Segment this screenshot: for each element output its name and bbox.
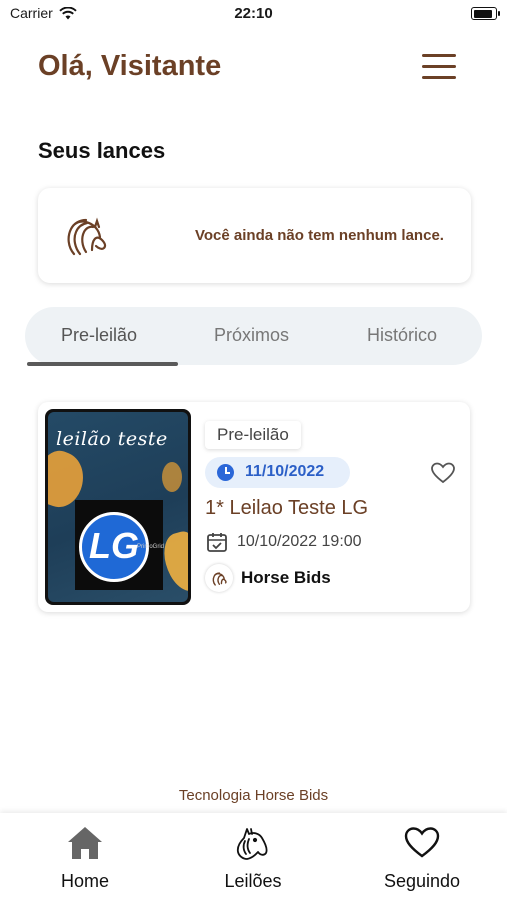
nav-home[interactable]: Home: [25, 823, 145, 892]
auction-datetime: 10/10/2022 19:00: [237, 533, 362, 550]
thumbnail-title: leilão teste: [56, 428, 168, 450]
battery-icon: [471, 7, 500, 20]
clock-icon: [217, 464, 234, 481]
active-tab-indicator: [27, 362, 178, 366]
lg-logo-subtext: PrimoGrid: [137, 544, 165, 550]
auction-thumbnail: leilão teste LG PrimoGrid: [45, 409, 191, 605]
heart-icon: [404, 827, 440, 858]
tab-historico[interactable]: Histórico: [367, 325, 437, 346]
auction-date: 11/10/2022: [245, 463, 325, 480]
horse-head-icon: [236, 828, 268, 860]
empty-bids-message: Você ainda não tem nenhum lance.: [195, 227, 444, 244]
hamburger-menu-button[interactable]: [422, 54, 456, 84]
paint-splash: [158, 528, 188, 596]
empty-bids-card: Você ainda não tem nenhum lance.: [38, 188, 471, 283]
thumbnail-background: leilão teste LG PrimoGrid: [48, 412, 188, 602]
bids-section-title: Seus lances: [38, 138, 166, 163]
status-bar: Carrier 22:10: [0, 0, 507, 30]
nav-seguindo-label: Seguindo: [383, 871, 461, 891]
auction-date-pill: 11/10/2022: [205, 457, 350, 488]
paint-splash: [162, 462, 182, 492]
tab-proximos[interactable]: Próximos: [214, 325, 289, 346]
home-icon: [68, 827, 102, 859]
follow-heart-icon[interactable]: [430, 461, 456, 485]
calendar-icon: [207, 533, 227, 552]
greeting-title: Olá, Visitante: [38, 50, 222, 82]
nav-seguindo[interactable]: Seguindo: [362, 823, 482, 892]
menu-line: [422, 54, 456, 57]
bottom-nav: Home Leilões Seguindo: [0, 813, 507, 900]
nav-leiloes[interactable]: Leilões: [193, 823, 313, 892]
horse-logo-icon: [212, 572, 227, 586]
battery-fill: [473, 9, 492, 18]
horse-logo-icon: [67, 217, 107, 256]
nav-leiloes-label: Leilões: [224, 871, 282, 891]
tab-pre-leilao[interactable]: Pre-leilão: [61, 325, 137, 346]
auction-name[interactable]: 1* Leilao Teste LG: [205, 497, 368, 520]
organizer-name: Horse Bids: [241, 568, 331, 587]
status-time: 22:10: [234, 5, 273, 22]
thumbnail-logo-box: LG PrimoGrid: [75, 500, 165, 590]
auction-status-badge: Pre-leilão: [205, 421, 301, 449]
auction-tabs: Pre-leilão Próximos Histórico: [25, 307, 482, 365]
footer-credit: Tecnologia Horse Bids: [178, 787, 329, 804]
menu-line: [422, 76, 456, 79]
menu-line: [422, 65, 456, 68]
organizer-avatar: [205, 564, 233, 592]
nav-home-label: Home: [60, 871, 109, 891]
